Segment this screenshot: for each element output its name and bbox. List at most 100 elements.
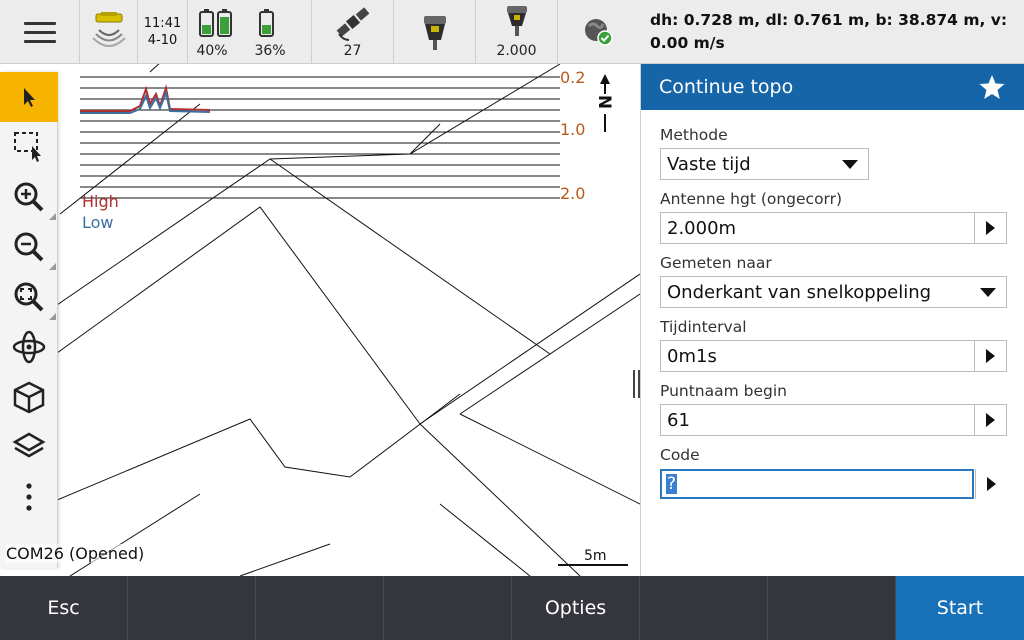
north-label: N bbox=[594, 94, 615, 110]
status-bar: 11:41 4-10 40% 36% 27 2.000 bbox=[0, 0, 640, 64]
interval-value[interactable]: 0m1s bbox=[661, 346, 974, 367]
delta-line-2: 0.00 m/s bbox=[650, 34, 725, 52]
battery2-label: 36% bbox=[254, 43, 286, 59]
punt-arrow-button[interactable] bbox=[974, 405, 1006, 435]
legend-low: Low bbox=[82, 213, 114, 232]
north-arrow: N bbox=[594, 74, 616, 132]
orbit-icon bbox=[12, 330, 46, 364]
methode-label: Methode bbox=[660, 126, 728, 144]
softkey-empty-3[interactable] bbox=[256, 576, 384, 640]
softkey-empty-7[interactable] bbox=[768, 576, 896, 640]
precision-scale-0-2: 0.2 bbox=[560, 68, 586, 87]
battery-status[interactable]: 40% 36% bbox=[188, 0, 312, 64]
satellite-count: 27 bbox=[343, 43, 362, 59]
softkey-empty-4[interactable] bbox=[384, 576, 512, 640]
methode-value: Vaste tijd bbox=[667, 153, 751, 175]
submenu-corner-icon bbox=[49, 313, 56, 320]
antenne-arrow-button[interactable] bbox=[974, 213, 1006, 243]
more-icon bbox=[26, 483, 32, 511]
map-toolbar bbox=[0, 72, 58, 568]
date-text: 4-10 bbox=[147, 33, 178, 48]
code-value: ? bbox=[666, 474, 678, 494]
satellite-icon bbox=[336, 7, 369, 41]
battery-icon bbox=[199, 9, 274, 37]
softkey-empty-6[interactable] bbox=[640, 576, 768, 640]
interval-arrow-button[interactable] bbox=[974, 341, 1006, 371]
continue-topo-panel: Continue topo Methode Vaste tijd Antenne… bbox=[640, 64, 1024, 576]
radio-icon bbox=[91, 12, 126, 47]
scale-line bbox=[558, 564, 628, 566]
favorite-star-icon[interactable] bbox=[978, 73, 1006, 101]
clock: 11:41 4-10 bbox=[138, 0, 188, 64]
punt-field[interactable]: 61 bbox=[660, 404, 1007, 436]
precision-scale-2-0: 2.0 bbox=[560, 184, 586, 203]
arrow-right-icon bbox=[986, 349, 995, 363]
delta-line-1: dh: 0.728 m, dl: 0.761 m, b: 38.874 m, v… bbox=[650, 11, 1008, 29]
chevron-down-icon bbox=[980, 287, 996, 297]
zoom-extents-tool[interactable] bbox=[0, 272, 58, 322]
antenna-height-status[interactable]: 2.000 bbox=[476, 0, 558, 64]
gemeten-value: Onderkant van snelkoppeling bbox=[667, 281, 932, 303]
cube-view-icon bbox=[13, 381, 45, 414]
internet-status[interactable] bbox=[558, 0, 640, 64]
zoom-in-icon bbox=[14, 182, 44, 212]
arrow-right-icon bbox=[986, 413, 995, 427]
box-select-icon bbox=[14, 132, 41, 162]
punt-label: Puntnaam begin bbox=[660, 382, 787, 400]
delta-readout: dh: 0.728 m, dl: 0.761 m, b: 38.874 m, v… bbox=[640, 0, 1024, 64]
zoom-in-tool[interactable] bbox=[0, 172, 58, 222]
orbit-tool[interactable] bbox=[0, 322, 58, 372]
code-field[interactable]: ? bbox=[660, 468, 1007, 500]
scale-label: 5m bbox=[584, 548, 607, 564]
internet-connected-icon bbox=[585, 19, 613, 46]
zoom-out-tool[interactable] bbox=[0, 222, 58, 272]
antenna-height-label: 2.000 bbox=[496, 43, 537, 59]
arrow-right-icon bbox=[986, 221, 995, 235]
menu-icon bbox=[23, 16, 56, 49]
menu-button[interactable] bbox=[0, 0, 80, 64]
panel-header: Continue topo bbox=[641, 64, 1024, 110]
map-scale-bar: 5m bbox=[558, 548, 630, 568]
softkey-empty-2[interactable] bbox=[128, 576, 256, 640]
legend-high: High bbox=[82, 192, 119, 211]
bottom-softkey-bar: Esc Opties Start bbox=[0, 576, 1024, 640]
gemeten-label: Gemeten naar bbox=[660, 254, 772, 272]
methode-dropdown[interactable]: Vaste tijd bbox=[660, 148, 869, 180]
cube-view-tool[interactable] bbox=[0, 372, 58, 422]
interval-label: Tijdinterval bbox=[660, 318, 747, 336]
satellite-status[interactable]: 27 bbox=[312, 0, 394, 64]
app-window: 11:41 4-10 40% 36% 27 2.000 dh: 0.728 m,… bbox=[0, 0, 1024, 640]
code-input[interactable]: ? bbox=[660, 469, 974, 499]
interval-field[interactable]: 0m1s bbox=[660, 340, 1007, 372]
select-arrow-icon bbox=[24, 88, 35, 107]
com-port-status: COM26 (Opened) bbox=[6, 544, 145, 563]
gemeten-dropdown[interactable]: Onderkant van snelkoppeling bbox=[660, 276, 1007, 308]
esc-button[interactable]: Esc bbox=[0, 576, 128, 640]
zoom-out-icon bbox=[14, 232, 44, 262]
receiver-status[interactable] bbox=[394, 0, 476, 64]
code-arrow-button[interactable] bbox=[975, 469, 1007, 499]
panel-title: Continue topo bbox=[659, 76, 794, 98]
antenne-value[interactable]: 2.000m bbox=[661, 218, 974, 239]
opties-button[interactable]: Opties bbox=[512, 576, 640, 640]
select-tool[interactable] bbox=[0, 72, 58, 122]
map-linework bbox=[0, 64, 640, 576]
box-select-tool[interactable] bbox=[0, 122, 58, 172]
receiver-icon bbox=[506, 6, 527, 36]
panel-splitter-handle[interactable] bbox=[632, 370, 640, 402]
punt-value[interactable]: 61 bbox=[661, 410, 974, 431]
submenu-corner-icon bbox=[49, 213, 56, 220]
layers-tool[interactable] bbox=[0, 422, 58, 472]
radio-status[interactable] bbox=[80, 0, 138, 64]
antenne-field[interactable]: 2.000m bbox=[660, 212, 1007, 244]
zoom-extents-icon bbox=[14, 282, 44, 312]
more-tool[interactable] bbox=[0, 472, 58, 522]
receiver-icon bbox=[423, 16, 446, 50]
code-label: Code bbox=[660, 446, 700, 464]
arrow-right-icon bbox=[987, 477, 996, 491]
time-text: 11:41 bbox=[143, 16, 182, 31]
layers-icon bbox=[12, 432, 46, 458]
start-button[interactable]: Start bbox=[896, 576, 1024, 640]
antenne-label: Antenne hgt (ongecorr) bbox=[660, 190, 843, 208]
map-view[interactable]: 0.2 1.0 2.0 High Low N COM26 (Opened) 5m bbox=[0, 64, 640, 576]
